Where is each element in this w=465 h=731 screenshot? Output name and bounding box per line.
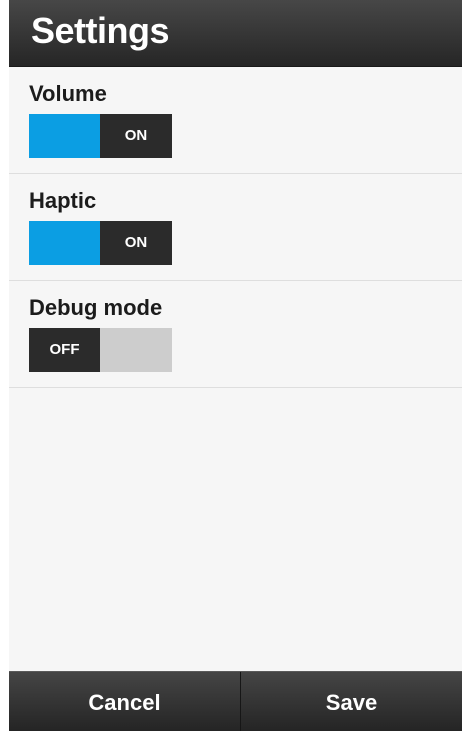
toggle-track-on — [29, 221, 100, 265]
title-bar: Settings — [9, 0, 462, 67]
toggle-knob: ON — [100, 221, 172, 265]
setting-label-volume: Volume — [29, 81, 107, 106]
haptic-toggle[interactable]: ON — [29, 221, 172, 265]
setting-label-haptic: Haptic — [29, 188, 97, 213]
bottom-action-bar: Cancel Save — [9, 671, 462, 731]
toggle-knob: OFF — [29, 328, 100, 372]
cancel-button[interactable]: Cancel — [9, 672, 240, 731]
settings-screen: Settings Volume ON Haptic ON Debug mode … — [9, 0, 462, 731]
save-button[interactable]: Save — [241, 672, 462, 731]
toggle-state-text: ON — [124, 234, 148, 251]
toggle-track-on — [29, 114, 100, 158]
setting-row-debug-mode: Debug mode OFF — [9, 281, 462, 388]
setting-row-haptic: Haptic ON — [9, 174, 462, 281]
setting-label-debug-mode: Debug mode — [29, 295, 163, 320]
toggle-state-text: ON — [124, 127, 148, 144]
toggle-state-text: OFF — [49, 341, 80, 358]
page-title: Settings — [31, 10, 170, 51]
toggle-track-off — [100, 328, 172, 372]
toggle-knob: ON — [100, 114, 172, 158]
debug-mode-toggle[interactable]: OFF — [29, 328, 172, 372]
setting-row-volume: Volume ON — [9, 67, 462, 174]
volume-toggle[interactable]: ON — [29, 114, 172, 158]
